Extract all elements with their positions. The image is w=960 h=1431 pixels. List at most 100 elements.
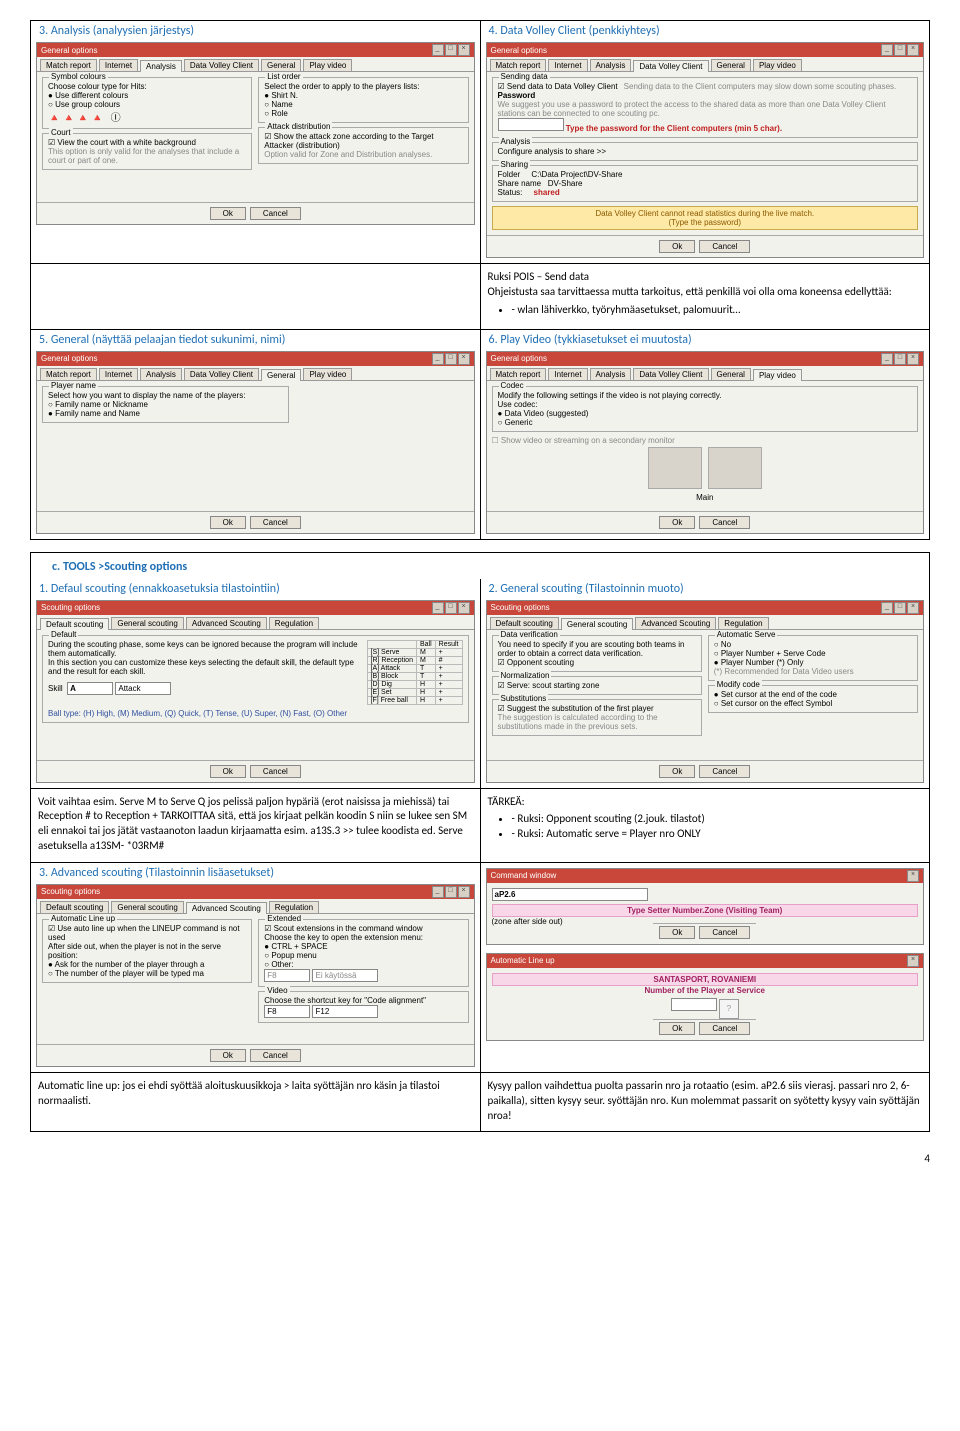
f12[interactable]: F12 bbox=[312, 1005, 378, 1018]
ck[interactable]: Suggest the substitution of the first pl… bbox=[498, 704, 696, 713]
ok-button[interactable]: Ok bbox=[659, 926, 695, 939]
tab[interactable]: Data Volley Client bbox=[633, 60, 708, 72]
tab[interactable]: Regulation bbox=[269, 617, 319, 629]
ck[interactable]: Serve: scout starting zone bbox=[498, 681, 696, 690]
ok-button[interactable]: Ok bbox=[659, 240, 695, 253]
num-input[interactable] bbox=[671, 998, 717, 1011]
ck[interactable]: Opponent scouting bbox=[498, 658, 696, 667]
tab[interactable]: Analysis bbox=[140, 368, 182, 380]
tab[interactable]: Advanced Scouting bbox=[186, 902, 267, 914]
winbtns[interactable]: _□× bbox=[432, 44, 470, 56]
pwd-input[interactable] bbox=[498, 118, 564, 131]
cancel-button[interactable]: Cancel bbox=[250, 516, 301, 529]
cancel-button[interactable]: Cancel bbox=[699, 516, 750, 529]
r[interactable]: Set cursor at the end of the code bbox=[714, 690, 912, 699]
r[interactable]: Ask for the number of the player through… bbox=[48, 960, 246, 969]
r[interactable]: The number of the player will be typed m… bbox=[48, 969, 246, 978]
r[interactable]: Shirt N. bbox=[264, 91, 462, 100]
tab[interactable]: Default scouting bbox=[490, 617, 559, 629]
r[interactable]: Popup menu bbox=[264, 951, 462, 960]
tab[interactable]: Advanced Scouting bbox=[186, 617, 267, 629]
cmd-input[interactable]: aP2.6 bbox=[492, 888, 648, 901]
ok-button[interactable]: Ok bbox=[659, 1022, 695, 1035]
tab[interactable]: Match report bbox=[490, 368, 547, 380]
ck[interactable]: Show the attack zone according to the Ta… bbox=[264, 132, 462, 150]
tab[interactable]: Play video bbox=[753, 59, 802, 71]
tab[interactable]: General scouting bbox=[111, 617, 183, 629]
tab[interactable]: Data Volley Client bbox=[633, 368, 708, 380]
tab[interactable]: Internet bbox=[99, 368, 138, 380]
ok-button[interactable]: Ok bbox=[210, 207, 246, 220]
r[interactable]: Set cursor on the effect Symbol bbox=[714, 699, 912, 708]
tab[interactable]: Analysis bbox=[590, 59, 632, 71]
tab[interactable]: General scouting bbox=[111, 901, 183, 913]
tab[interactable]: General scouting bbox=[561, 618, 633, 630]
ok-button[interactable]: Ok bbox=[210, 516, 246, 529]
tab[interactable]: General bbox=[711, 368, 751, 380]
r[interactable]: Role bbox=[264, 109, 462, 118]
tab[interactable]: Play video bbox=[753, 369, 802, 381]
winbtns[interactable]: × bbox=[907, 870, 919, 882]
tab[interactable]: Match report bbox=[490, 59, 547, 71]
ok-button[interactable]: Ok bbox=[210, 765, 246, 778]
winbtns[interactable]: _□× bbox=[881, 602, 919, 614]
tab[interactable]: Analysis bbox=[140, 60, 182, 72]
r[interactable]: Use different colours bbox=[48, 91, 246, 100]
r[interactable]: CTRL + SPACE bbox=[264, 942, 462, 951]
tab[interactable]: Default scouting bbox=[40, 901, 109, 913]
winbtns[interactable]: _□× bbox=[432, 602, 470, 614]
r[interactable]: Use group colours bbox=[48, 100, 246, 109]
cancel-button[interactable]: Cancel bbox=[699, 240, 750, 253]
ck[interactable]: View the court with a white background bbox=[48, 138, 246, 147]
v: shared bbox=[534, 188, 560, 197]
tab[interactable]: General bbox=[711, 59, 751, 71]
r[interactable]: Data Video (suggested) bbox=[498, 409, 913, 418]
r[interactable]: Family name and Name bbox=[48, 409, 283, 418]
winbtns[interactable]: _□× bbox=[881, 353, 919, 365]
tab[interactable]: Internet bbox=[548, 59, 587, 71]
cancel-button[interactable]: Cancel bbox=[699, 926, 750, 939]
r[interactable]: Player Number (*) Only bbox=[714, 658, 912, 667]
tab[interactable]: Play video bbox=[303, 368, 352, 380]
r[interactable]: Player Number + Serve Code bbox=[714, 649, 912, 658]
note: Sending data to the Client computers may… bbox=[624, 82, 912, 91]
tab[interactable]: General bbox=[261, 369, 301, 381]
winbtns[interactable]: _□× bbox=[881, 44, 919, 56]
cancel-button[interactable]: Cancel bbox=[699, 1022, 750, 1035]
cancel-button[interactable]: Cancel bbox=[250, 765, 301, 778]
r[interactable]: No bbox=[714, 640, 912, 649]
tab[interactable]: Play video bbox=[303, 59, 352, 71]
t: Scouting options bbox=[41, 887, 100, 896]
tab[interactable]: General bbox=[261, 59, 301, 71]
cancel-button[interactable]: Cancel bbox=[699, 765, 750, 778]
tab[interactable]: Match report bbox=[40, 368, 97, 380]
tab[interactable]: Match report bbox=[40, 59, 97, 71]
tab[interactable]: Advanced Scouting bbox=[635, 617, 716, 629]
tab[interactable]: Regulation bbox=[269, 901, 319, 913]
winbtns[interactable]: _□× bbox=[432, 353, 470, 365]
tab[interactable]: Internet bbox=[99, 59, 138, 71]
ck[interactable]: Send data to Data Volley Client bbox=[498, 82, 618, 91]
ok-button[interactable]: Ok bbox=[659, 765, 695, 778]
ok-button[interactable]: Ok bbox=[659, 516, 695, 529]
r[interactable]: Family name or Nickname bbox=[48, 400, 283, 409]
winbtns[interactable]: _□× bbox=[432, 886, 470, 898]
tab[interactable]: Data Volley Client bbox=[184, 59, 259, 71]
cancel-button[interactable]: Cancel bbox=[250, 1049, 301, 1062]
tab[interactable]: Default scouting bbox=[40, 618, 109, 630]
bottom2: Kysyy pallon vaihdettua puolta passarin … bbox=[486, 1076, 925, 1127]
ok-button[interactable]: Ok bbox=[210, 1049, 246, 1062]
tab[interactable]: Regulation bbox=[718, 617, 768, 629]
r[interactable]: Other: bbox=[264, 960, 462, 969]
tab[interactable]: Data Volley Client bbox=[184, 368, 259, 380]
ck[interactable]: Use auto line up when the LINEUP command… bbox=[48, 924, 246, 942]
ck[interactable]: Scout extensions in the command window bbox=[264, 924, 462, 933]
sel[interactable]: Attack bbox=[115, 682, 171, 695]
lnk[interactable]: Configure analysis to share >> bbox=[498, 147, 607, 156]
tab[interactable]: Internet bbox=[548, 368, 587, 380]
r[interactable]: Generic bbox=[498, 418, 913, 427]
r[interactable]: Name bbox=[264, 100, 462, 109]
tab[interactable]: Analysis bbox=[590, 368, 632, 380]
winbtns[interactable]: × bbox=[907, 955, 919, 967]
cancel-button[interactable]: Cancel bbox=[250, 207, 301, 220]
